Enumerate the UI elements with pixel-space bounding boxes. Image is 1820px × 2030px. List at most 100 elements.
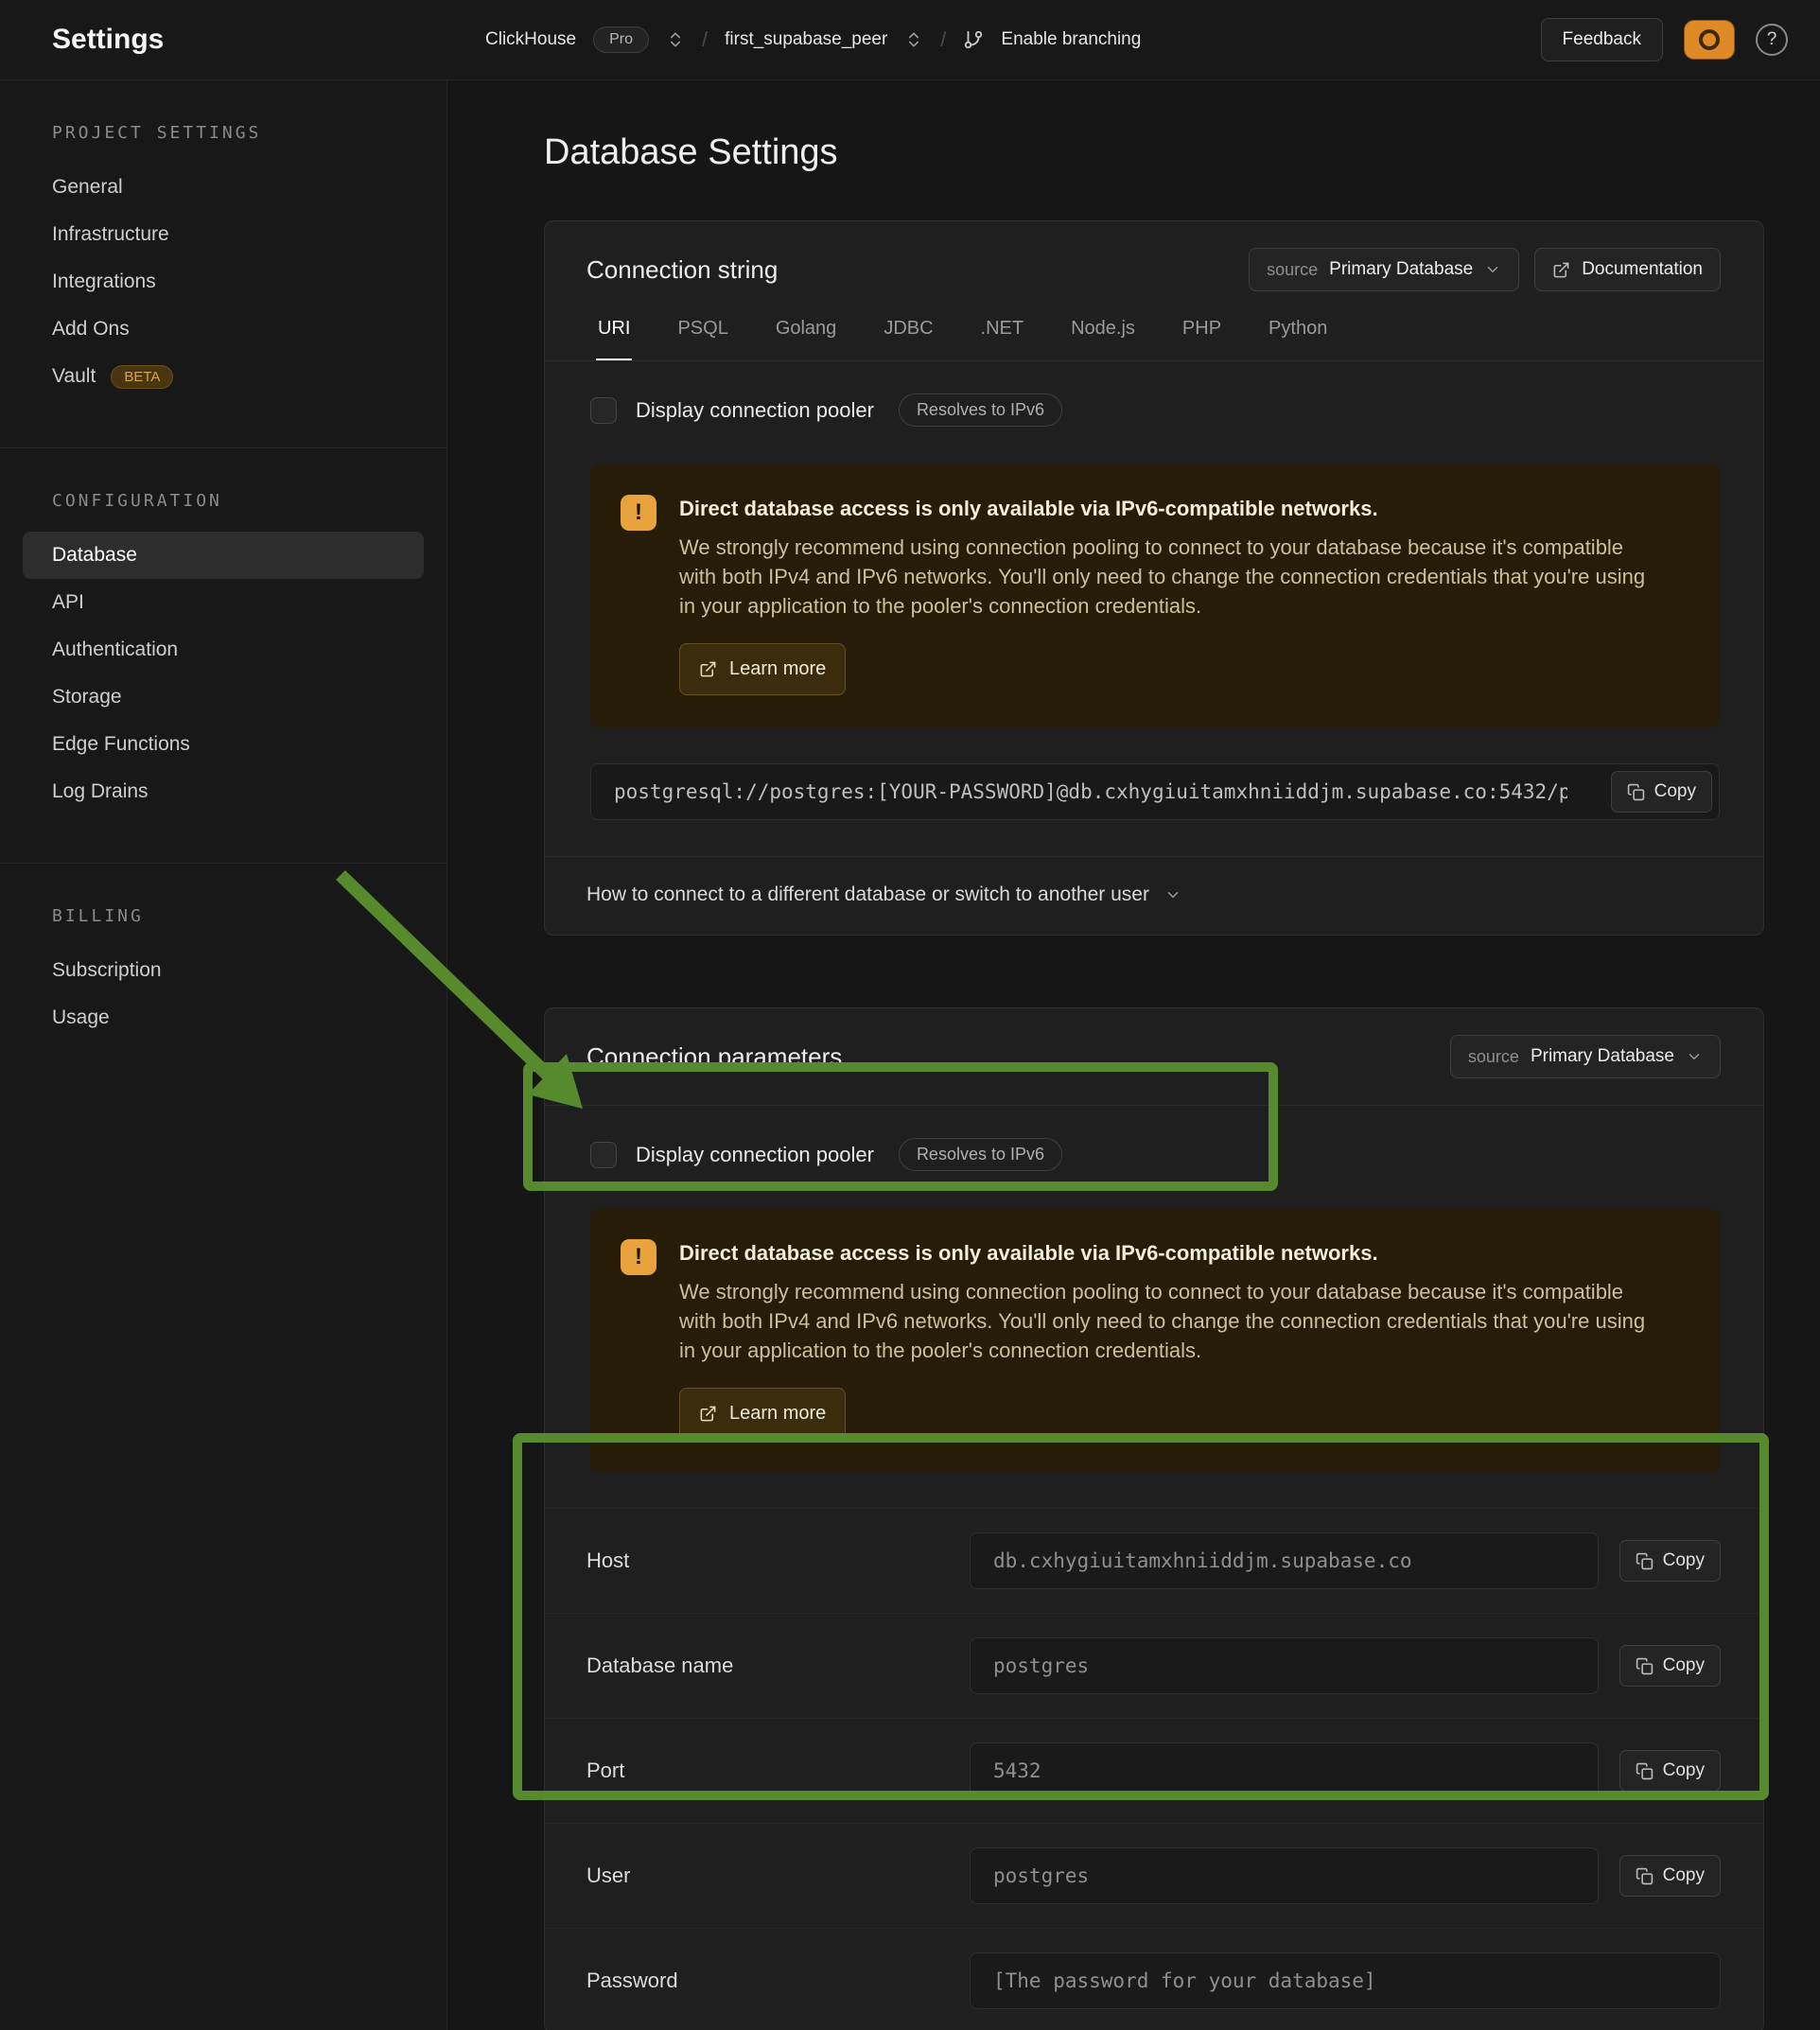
database-name-label: Database name xyxy=(586,1654,970,1678)
tab-php[interactable]: PHP xyxy=(1181,318,1223,360)
sidebar-item-label: General xyxy=(52,176,123,199)
notice-title: Direct database access is only available… xyxy=(679,1239,1663,1268)
sidebar-item-label: API xyxy=(52,591,84,614)
breadcrumb-org[interactable]: ClickHouse xyxy=(485,29,576,50)
chevron-down-icon xyxy=(1484,261,1501,278)
breadcrumb: ClickHouse Pro / first_supabase_peer / E… xyxy=(485,26,1141,53)
copy-uri-button[interactable]: Copy xyxy=(1611,771,1712,813)
connection-help-toggle[interactable]: How to connect to a different database o… xyxy=(545,856,1763,935)
topbar-actions: Feedback ? xyxy=(1541,18,1801,61)
chevrons-up-down-icon[interactable] xyxy=(666,30,685,49)
sidebar-item-general[interactable]: General xyxy=(0,164,446,211)
display-connection-pooler-checkbox[interactable] xyxy=(590,1142,617,1168)
sidebar-item-edge-functions[interactable]: Edge Functions xyxy=(0,721,446,768)
field-row-database-name: Database name Copy xyxy=(545,1613,1763,1718)
copy-icon xyxy=(1636,1657,1654,1675)
learn-more-button[interactable]: Learn more xyxy=(679,1388,846,1440)
sidebar-item-vault[interactable]: Vault BETA xyxy=(0,353,446,400)
sidebar-item-label: Edge Functions xyxy=(52,733,190,756)
user-label: User xyxy=(586,1864,970,1888)
field-row-host: Host Copy xyxy=(545,1508,1763,1613)
copy-icon xyxy=(1627,783,1645,801)
copy-label: Copy xyxy=(1663,1760,1705,1781)
sidebar-item-label: Vault xyxy=(52,365,96,388)
user-input[interactable] xyxy=(970,1847,1599,1904)
ipv6-notice: ! Direct database access is only availab… xyxy=(590,464,1720,727)
feedback-button[interactable]: Feedback xyxy=(1541,18,1663,61)
copy-user-button[interactable]: Copy xyxy=(1619,1855,1721,1897)
source-prefix: source xyxy=(1267,260,1318,280)
learn-more-button[interactable]: Learn more xyxy=(679,643,846,695)
copy-port-button[interactable]: Copy xyxy=(1619,1750,1721,1792)
learn-more-label: Learn more xyxy=(729,1403,826,1425)
host-label: Host xyxy=(586,1549,970,1573)
sidebar-item-usage[interactable]: Usage xyxy=(0,994,446,1041)
sidebar-section-billing: BILLING Subscription Usage xyxy=(0,863,446,1089)
host-input[interactable] xyxy=(970,1532,1599,1589)
source-value: Primary Database xyxy=(1531,1046,1674,1067)
learn-more-label: Learn more xyxy=(729,658,826,680)
copy-icon xyxy=(1636,1867,1654,1885)
connection-type-tabs: URI PSQL Golang JDBC .NET Node.js PHP Py… xyxy=(545,291,1763,361)
port-input[interactable] xyxy=(970,1742,1599,1799)
connection-parameters-card: Connection parameters source Primary Dat… xyxy=(544,1007,1764,2030)
sidebar-item-storage[interactable]: Storage xyxy=(0,674,446,721)
source-selector[interactable]: source Primary Database xyxy=(1450,1035,1721,1078)
sidebar-section-configuration: CONFIGURATION Database API Authenticatio… xyxy=(0,447,446,863)
pooler-label[interactable]: Display connection pooler xyxy=(636,398,874,423)
copy-label: Copy xyxy=(1663,1550,1705,1571)
topbar: Settings ClickHouse Pro / first_supabase… xyxy=(0,0,1820,80)
sidebar-item-authentication[interactable]: Authentication xyxy=(0,626,446,674)
alert-icon: ! xyxy=(621,1239,656,1275)
help-icon[interactable]: ? xyxy=(1756,24,1788,56)
ipv6-badge: Resolves to IPv6 xyxy=(899,394,1062,427)
tab-jdbc[interactable]: JDBC xyxy=(882,318,935,360)
sidebar-item-integrations[interactable]: Integrations xyxy=(0,258,446,306)
sidebar-item-subscription[interactable]: Subscription xyxy=(0,947,446,994)
breadcrumb-project[interactable]: first_supabase_peer xyxy=(725,29,887,50)
copy-host-button[interactable]: Copy xyxy=(1619,1540,1721,1582)
tab-python[interactable]: Python xyxy=(1267,318,1329,360)
alert-glyph: ! xyxy=(635,1244,642,1270)
tab-uri[interactable]: URI xyxy=(596,318,632,360)
sidebar-item-infrastructure[interactable]: Infrastructure xyxy=(0,211,446,258)
account-avatar[interactable] xyxy=(1684,20,1735,60)
breadcrumb-separator: / xyxy=(940,27,946,52)
copy-label: Copy xyxy=(1663,1655,1705,1676)
external-link-icon xyxy=(699,1405,717,1423)
pooler-row: Display connection pooler Resolves to IP… xyxy=(545,1106,1763,1209)
display-connection-pooler-checkbox[interactable] xyxy=(590,397,617,424)
sidebar-item-log-drains[interactable]: Log Drains xyxy=(0,768,446,815)
database-name-input[interactable] xyxy=(970,1637,1599,1694)
pro-badge: Pro xyxy=(593,26,649,53)
sidebar-item-label: Database xyxy=(52,544,137,567)
copy-icon xyxy=(1636,1762,1654,1780)
section-title: BILLING xyxy=(0,906,446,926)
sidebar-item-label: Authentication xyxy=(52,639,178,661)
sidebar-item-add-ons[interactable]: Add Ons xyxy=(0,306,446,353)
source-value: Primary Database xyxy=(1329,259,1473,280)
sidebar-item-api[interactable]: API xyxy=(0,579,446,626)
enable-branching-button[interactable]: Enable branching xyxy=(1001,29,1141,50)
sidebar-item-label: Infrastructure xyxy=(52,223,169,246)
section-title: CONFIGURATION xyxy=(0,491,446,511)
documentation-button[interactable]: Documentation xyxy=(1534,248,1721,291)
main-content: Database Settings Connection string sour… xyxy=(447,80,1820,2030)
pooler-label[interactable]: Display connection pooler xyxy=(636,1143,874,1167)
source-selector[interactable]: source Primary Database xyxy=(1249,248,1519,291)
password-input[interactable] xyxy=(970,1952,1721,2009)
tab-golang[interactable]: Golang xyxy=(774,318,839,360)
tab-psql[interactable]: PSQL xyxy=(675,318,729,360)
connection-uri-field[interactable]: postgresql://postgres:[YOUR-PASSWORD]@db… xyxy=(590,763,1720,820)
chevrons-up-down-icon[interactable] xyxy=(904,30,923,49)
git-branch-icon xyxy=(963,29,984,50)
connection-uri-value: postgresql://postgres:[YOUR-PASSWORD]@db… xyxy=(614,780,1567,803)
sidebar-item-database[interactable]: Database xyxy=(23,532,424,579)
tab-nodejs[interactable]: Node.js xyxy=(1069,318,1137,360)
notice-body: We strongly recommend using connection p… xyxy=(679,533,1663,621)
ipv6-notice: ! Direct database access is only availab… xyxy=(590,1209,1720,1472)
tab-dotnet[interactable]: .NET xyxy=(979,318,1026,360)
sidebar-item-label: Add Ons xyxy=(52,318,130,341)
source-prefix: source xyxy=(1468,1047,1519,1067)
copy-database-name-button[interactable]: Copy xyxy=(1619,1645,1721,1687)
